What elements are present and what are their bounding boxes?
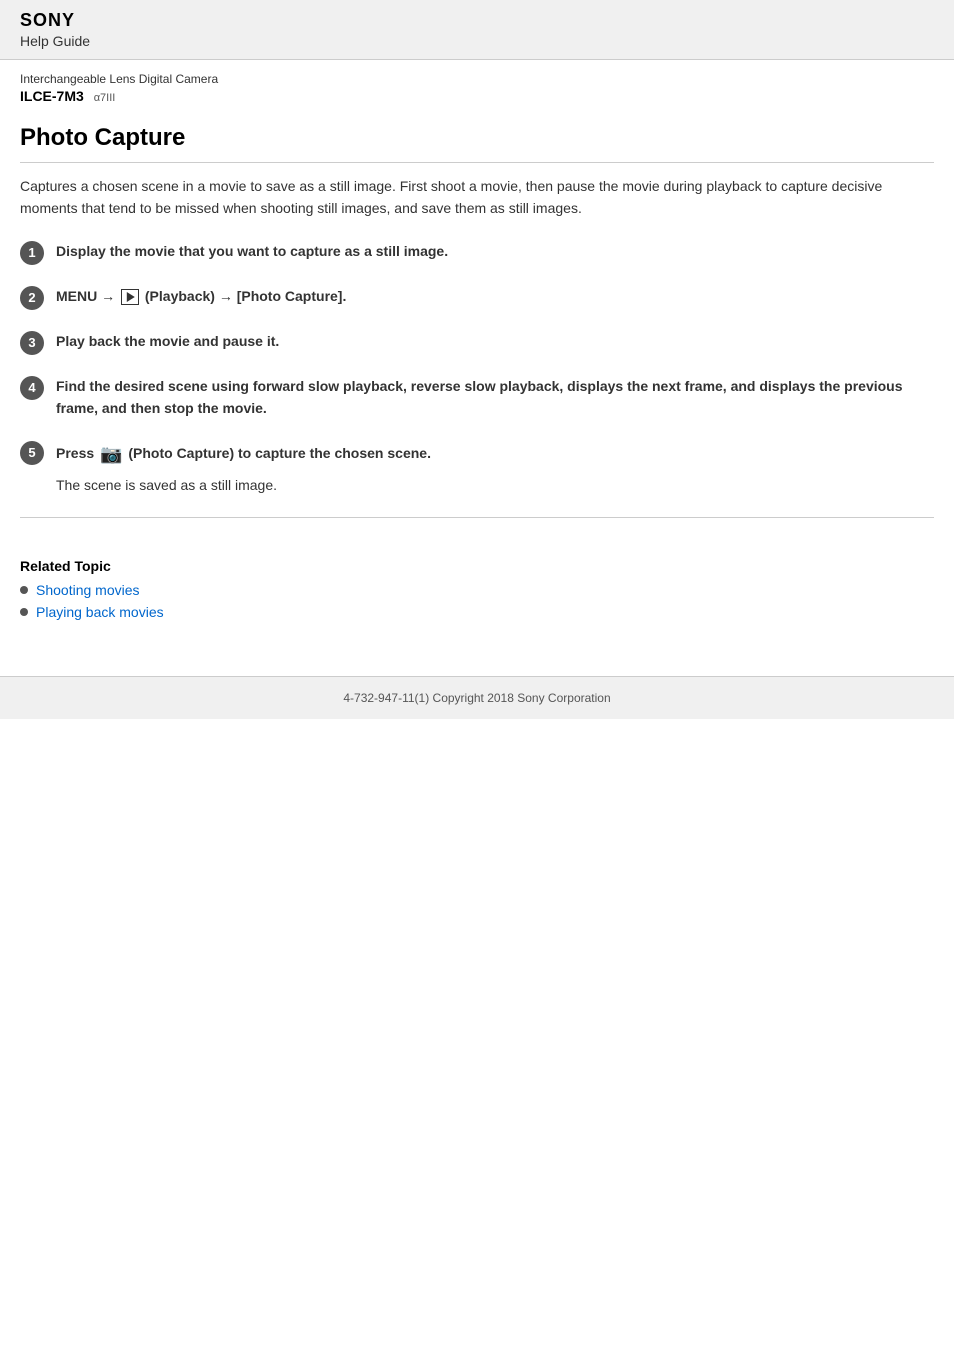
step-text-1: Display the movie that you want to captu…: [56, 243, 448, 259]
related-topic-title: Related Topic: [20, 558, 934, 574]
step-number-5: 5: [20, 441, 44, 465]
related-topic: Related Topic Shooting movies Playing ba…: [0, 558, 954, 646]
device-model: ILCE-7M3 α7III: [20, 88, 934, 104]
related-topic-item-0: Shooting movies: [20, 582, 934, 598]
step-content-4: Find the desired scene using forward slo…: [56, 375, 934, 420]
step-content-5: Press 📷 (Photo Capture) to capture the c…: [56, 440, 934, 497]
step-text-4: Find the desired scene using forward slo…: [56, 378, 903, 416]
footer-copyright: 4-732-947-11(1) Copyright 2018 Sony Corp…: [343, 691, 610, 705]
step-text-5: Press 📷 (Photo Capture) to capture the c…: [56, 445, 431, 461]
device-type: Interchangeable Lens Digital Camera: [20, 72, 934, 86]
main-content: Photo Capture Captures a chosen scene in…: [0, 104, 954, 558]
playback-icon: [121, 289, 139, 305]
steps-container: 1 Display the movie that you want to cap…: [20, 240, 934, 497]
step-text-3: Play back the movie and pause it.: [56, 333, 279, 349]
step-content-1: Display the movie that you want to captu…: [56, 240, 934, 262]
device-info: Interchangeable Lens Digital Camera ILCE…: [0, 60, 954, 104]
intro-text: Captures a chosen scene in a movie to sa…: [20, 175, 934, 220]
sony-logo: SONY: [20, 10, 934, 31]
step-2: 2 MENU → (Playback) → [Photo Capture].: [20, 285, 934, 310]
device-model-sub: α7III: [94, 92, 116, 104]
related-topic-link-1[interactable]: Playing back movies: [36, 604, 164, 620]
related-topic-list: Shooting movies Playing back movies: [20, 582, 934, 620]
step-number-4: 4: [20, 376, 44, 400]
step-5: 5 Press 📷 (Photo Capture) to capture the…: [20, 440, 934, 497]
photo-capture-icon: 📷: [100, 440, 122, 469]
step-text-2: MENU → (Playback) → [Photo Capture].: [56, 288, 346, 304]
related-topic-item-1: Playing back movies: [20, 604, 934, 620]
footer: 4-732-947-11(1) Copyright 2018 Sony Corp…: [0, 676, 954, 719]
step-number-2: 2: [20, 286, 44, 310]
step-sub-text-5: The scene is saved as a still image.: [56, 474, 934, 496]
step-4: 4 Find the desired scene using forward s…: [20, 375, 934, 420]
bullet-dot-0: [20, 586, 28, 594]
step-number-1: 1: [20, 241, 44, 265]
related-topic-link-0[interactable]: Shooting movies: [36, 582, 140, 598]
header: SONY Help Guide: [0, 0, 954, 60]
step-1: 1 Display the movie that you want to cap…: [20, 240, 934, 265]
bullet-dot-1: [20, 608, 28, 616]
step-content-3: Play back the movie and pause it.: [56, 330, 934, 352]
device-model-name: ILCE-7M3: [20, 88, 84, 104]
divider-1: [20, 517, 934, 518]
step-3: 3 Play back the movie and pause it.: [20, 330, 934, 355]
page-title: Photo Capture: [20, 124, 934, 163]
step-number-3: 3: [20, 331, 44, 355]
step-content-2: MENU → (Playback) → [Photo Capture].: [56, 285, 934, 307]
help-guide-label: Help Guide: [20, 33, 934, 49]
